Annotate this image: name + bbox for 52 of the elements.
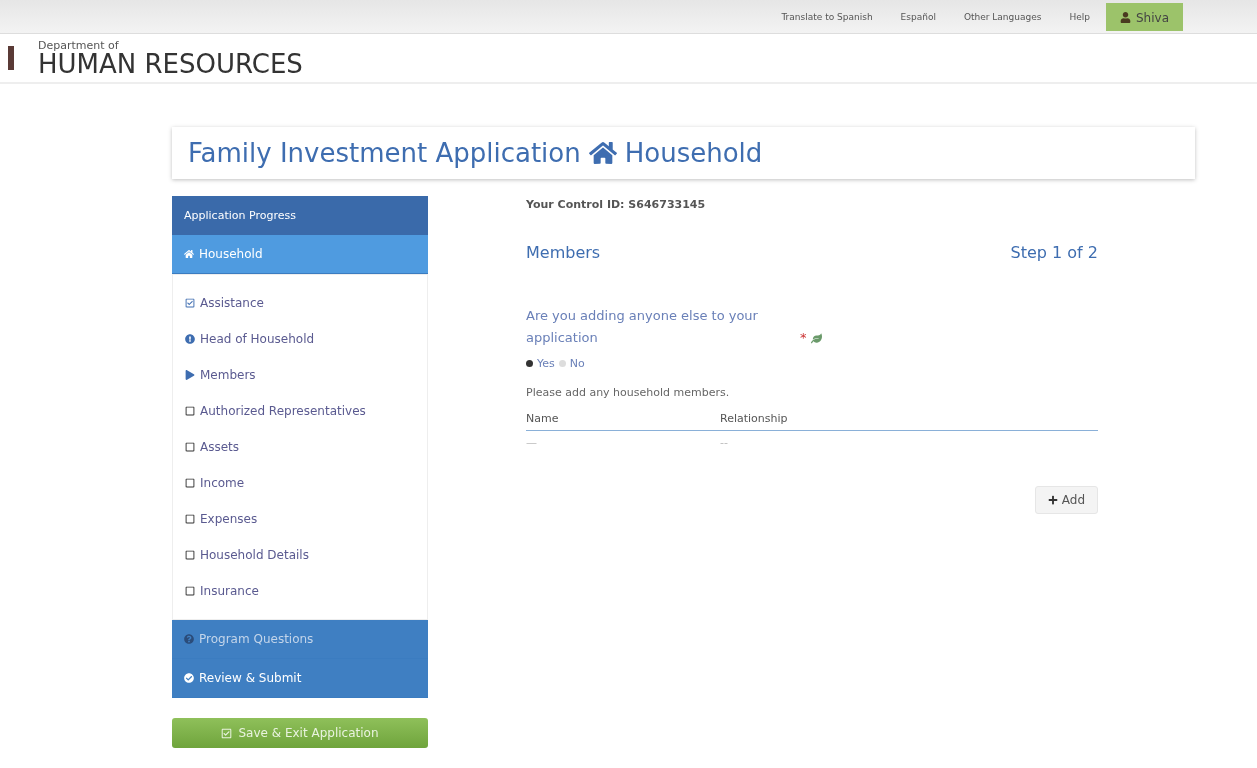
empty-box-icon bbox=[185, 478, 195, 488]
logo-title: HUMAN RESOURCES bbox=[38, 50, 303, 77]
required-mark: * bbox=[800, 329, 807, 347]
radio-label: Yes bbox=[537, 357, 555, 370]
instruction-text: Please add any household members. bbox=[526, 386, 731, 399]
page-title: Family Investment Application bbox=[188, 138, 581, 168]
section-title: Household bbox=[624, 138, 763, 168]
table-cell-text: — bbox=[526, 436, 538, 449]
user-icon bbox=[1120, 12, 1131, 23]
checked-box-icon bbox=[221, 727, 233, 739]
empty-box-icon bbox=[185, 550, 195, 560]
home-icon bbox=[588, 139, 617, 167]
top-link[interactable]: Translate to Spanish bbox=[781, 11, 873, 22]
sidebar-item[interactable]: Head of Household bbox=[173, 321, 427, 357]
logo-subtitle: Department of bbox=[38, 39, 120, 51]
step-indicator: Step 1 of 2 bbox=[1010, 243, 1098, 262]
radio-button[interactable] bbox=[558, 360, 566, 367]
question-icon bbox=[184, 634, 194, 644]
column-header: Relationship bbox=[720, 412, 789, 425]
empty-box-icon bbox=[185, 514, 195, 524]
home-icon bbox=[184, 249, 194, 259]
sidebar-item[interactable]: Insurance bbox=[173, 573, 427, 609]
sidebar-item[interactable]: Review & Submit bbox=[172, 659, 428, 698]
leaf-icon bbox=[810, 333, 822, 344]
exclamation-icon bbox=[185, 334, 195, 344]
column-header: Name bbox=[526, 412, 560, 425]
sidebar-item[interactable]: Assets bbox=[173, 429, 427, 465]
sidebar-item[interactable]: Household Details bbox=[173, 537, 427, 573]
sidebar-item[interactable]: Assistance bbox=[173, 285, 427, 321]
user-button[interactable]: Shiva bbox=[1106, 2, 1183, 31]
section-heading: Members bbox=[526, 243, 601, 262]
sidebar-item[interactable]: Authorized Representatives bbox=[173, 393, 427, 429]
sidebar-header: Application Progress bbox=[172, 196, 428, 235]
add-button[interactable]: Add bbox=[1034, 486, 1098, 514]
checked-box-icon bbox=[185, 298, 195, 308]
top-link[interactable]: Español bbox=[900, 11, 936, 22]
sidebar-item[interactable]: Expenses bbox=[173, 501, 427, 537]
control-id: Your Control ID: S646733145 bbox=[526, 198, 707, 211]
top-link[interactable]: Help bbox=[1069, 11, 1090, 22]
top-link[interactable]: Other Languages bbox=[963, 11, 1042, 22]
question-text: Are you adding anyone else to your application bbox=[526, 307, 759, 347]
radio-label: No bbox=[569, 357, 585, 370]
radio-button[interactable] bbox=[526, 360, 533, 367]
empty-box-icon bbox=[185, 406, 195, 416]
sidebar-item[interactable]: Members bbox=[173, 357, 427, 393]
plus-icon bbox=[1047, 495, 1058, 505]
logo-mark bbox=[8, 46, 14, 70]
empty-box-icon bbox=[185, 442, 195, 452]
empty-box-icon bbox=[185, 586, 195, 596]
sidebar-item[interactable]: Income bbox=[173, 465, 427, 501]
table-cell-text: -- bbox=[720, 436, 729, 449]
play-icon bbox=[185, 370, 195, 380]
